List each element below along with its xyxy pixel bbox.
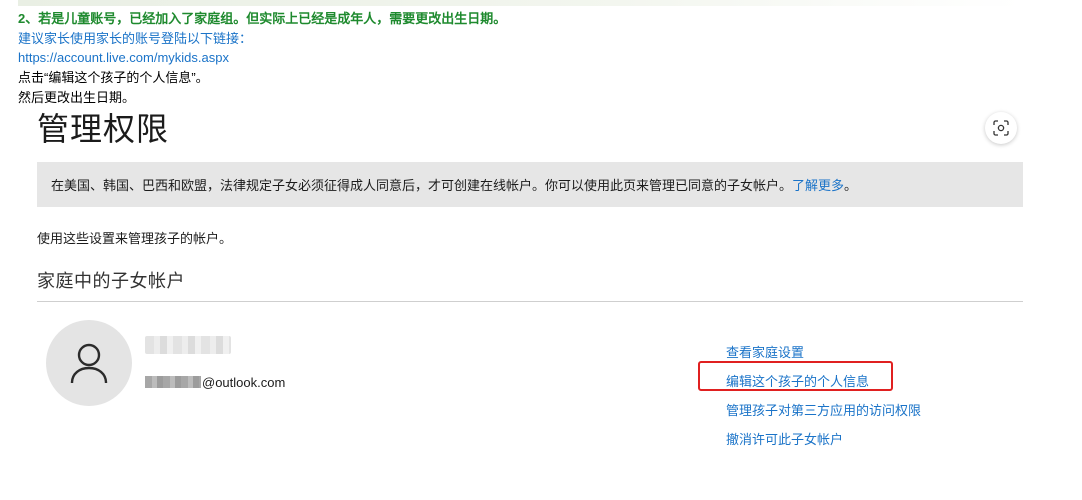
section-title-child-accounts: 家庭中的子女帐户	[37, 271, 185, 291]
note-heading: 2、若是儿童账号，已经加入了家庭组。但实际上已经是成年人，需要更改出生日期。	[18, 11, 507, 26]
note-tip: 建议家长使用家长的账号登陆以下链接：	[18, 31, 253, 46]
focus-scan-button[interactable]	[985, 112, 1017, 144]
view-family-settings-link[interactable]: 查看家庭设置	[726, 342, 804, 361]
email-redacted-part	[145, 376, 201, 388]
child-email: @outlook.com	[145, 373, 285, 391]
manage-description: 使用这些设置来管理孩子的帐户。	[37, 231, 233, 246]
notice-text: 在美国、韩国、巴西和欧盟，法律规定子女必须征得成人同意后，才可创建在线帐户。你可…	[51, 178, 793, 193]
person-icon	[70, 343, 108, 384]
section-divider	[37, 301, 1023, 302]
manage-third-party-apps-link[interactable]: 管理孩子对第三方应用的访问权限	[726, 400, 921, 419]
child-name-redacted	[145, 336, 231, 354]
page-title: 管理权限	[37, 111, 170, 147]
focus-scan-icon	[993, 120, 1009, 136]
note-click-instruction: 点击“编辑这个孩子的个人信息”。	[18, 70, 209, 85]
consent-notice-bar: 在美国、韩国、巴西和欧盟，法律规定子女必须征得成人同意后，才可创建在线帐户。你可…	[37, 162, 1023, 207]
top-banner-strip	[18, 0, 1022, 6]
note-url-link[interactable]: https://account.live.com/mykids.aspx	[18, 48, 229, 67]
revoke-consent-link[interactable]: 撤消许可此子女帐户	[726, 429, 843, 448]
learn-more-link[interactable]: 了解更多	[792, 175, 844, 194]
notice-end: 。	[844, 178, 858, 193]
email-suffix: @outlook.com	[202, 374, 286, 390]
avatar	[46, 320, 132, 406]
highlight-box	[698, 361, 893, 391]
